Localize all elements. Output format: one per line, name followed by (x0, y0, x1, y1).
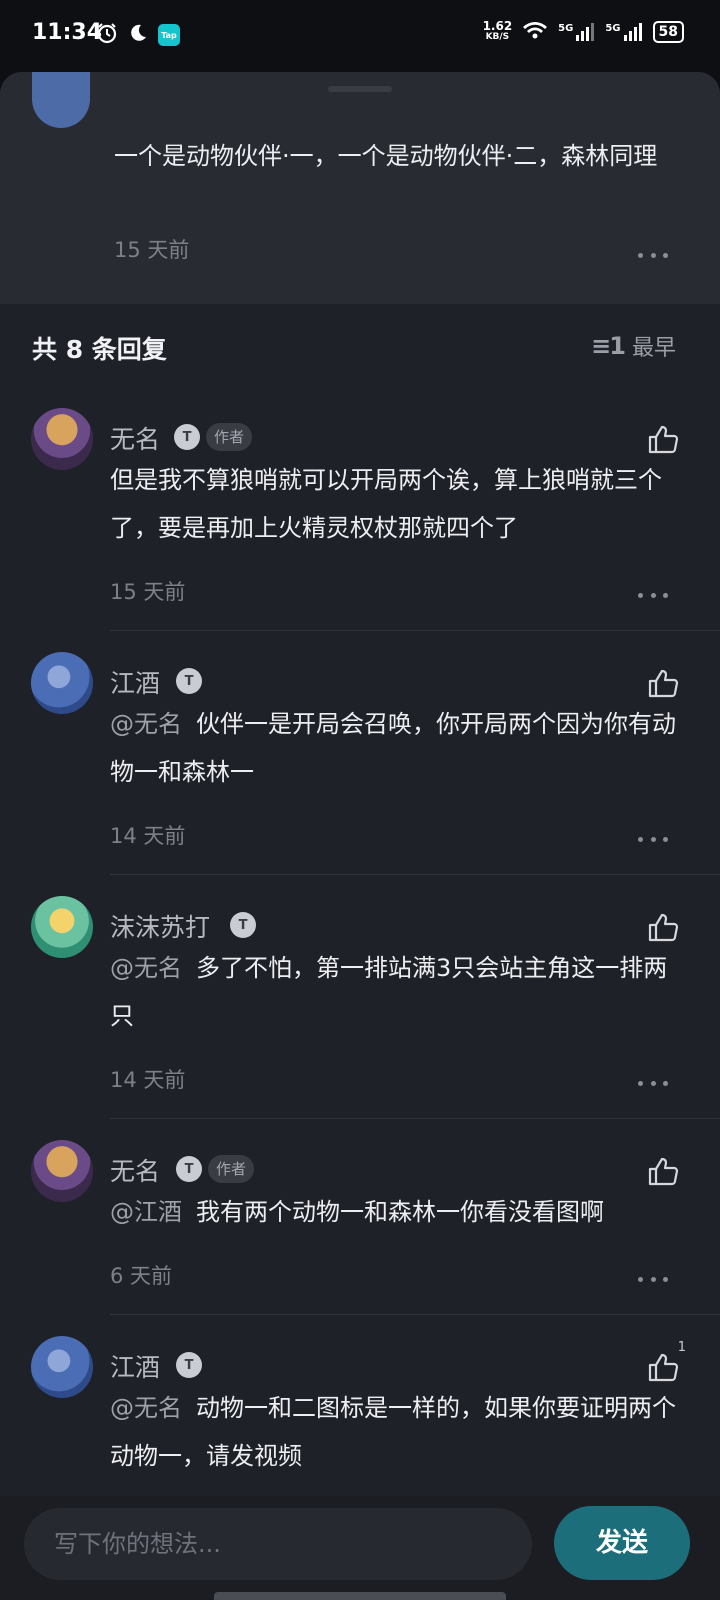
level-badge-icon: T (176, 668, 202, 694)
network-speed: 1.62 KB/S (482, 18, 513, 42)
reply-item: 江酒 T @无名 伙伴一是开局会召唤，你开局两个因为你有动物一和森林一 14 天前 (0, 652, 720, 875)
level-badge-icon: T (230, 912, 256, 938)
send-button[interactable]: 发送 (554, 1506, 690, 1580)
reply-text: @江酒 我有两个动物一和森林一你看没看图啊 (110, 1198, 604, 1226)
more-options-icon[interactable] (638, 1078, 668, 1088)
sheet-drag-handle[interactable] (328, 86, 392, 92)
taptap-app-icon: Tap (158, 24, 180, 46)
reply-text: 但是我不算狼哨就可以开局两个诶，算上狼哨就三个了，要是再加上火精灵权杖那就四个了 (110, 466, 662, 542)
level-badge-icon: T (176, 1156, 202, 1182)
like-button[interactable] (646, 666, 680, 700)
user-name[interactable]: 无名 (110, 1152, 160, 1188)
thumbs-up-icon (648, 1157, 679, 1186)
parent-comment: 一个是动物伙伴·一，一个是动物伙伴·二，森林同理 15 天前 (0, 72, 720, 304)
reply-item: 沫沫苏打 T @无名 多了不怕，第一排站满3只会站主角这一排两只 14 天前 (0, 896, 720, 1119)
mention[interactable]: @江酒 (110, 1198, 182, 1226)
do-not-disturb-moon-icon (128, 23, 148, 47)
avatar[interactable] (32, 72, 90, 128)
sort-label: 最早 (631, 336, 676, 361)
reply-time: 6 天前 (110, 1264, 173, 1288)
more-options-icon[interactable] (638, 834, 668, 844)
status-bar: 11:34 Tap 1.62 KB/S 5G 5G 58 (0, 0, 720, 72)
reply-time: 15 天前 (110, 580, 186, 604)
sort-button[interactable]: ≡1 最早 (591, 330, 676, 362)
level-badge-icon: T (174, 424, 200, 450)
replies-sheet: 一个是动物伙伴·一，一个是动物伙伴·二，森林同理 15 天前 共 8 条回复 ≡… (0, 72, 720, 1600)
divider (110, 1314, 720, 1315)
reply-item: 江酒 T 1 @无名 动物一和二图标是一样的，如果你要证明两个动物一，请发视频 (0, 1336, 720, 1506)
thumbs-up-icon (648, 1353, 679, 1382)
like-count: 1 (677, 1340, 686, 1355)
avatar[interactable] (31, 896, 93, 958)
avatar[interactable] (31, 408, 93, 470)
user-name[interactable]: 江酒 (110, 1348, 160, 1384)
parent-comment-text: 一个是动物伙伴·一，一个是动物伙伴·二，森林同理 (114, 142, 658, 170)
reply-text: @无名 多了不怕，第一排站满3只会站主角这一排两只 (110, 954, 668, 1030)
avatar[interactable] (31, 652, 93, 714)
reply-time: 14 天前 (110, 1068, 186, 1092)
reply-item: 无名 T 作者 但是我不算狼哨就可以开局两个诶，算上狼哨就三个了，要是再加上火精… (0, 408, 720, 631)
composer-bar: 写下你的想法... 发送 (0, 1496, 720, 1600)
alarm-icon (96, 22, 118, 48)
user-name[interactable]: 无名 (110, 420, 160, 456)
parent-comment-time: 15 天前 (114, 238, 190, 262)
comment-input[interactable]: 写下你的想法... (24, 1508, 532, 1580)
wifi-icon (522, 20, 548, 43)
replies-header: 共 8 条回复 ≡1 最早 (0, 304, 720, 390)
level-badge-icon: T (176, 1352, 202, 1378)
divider (110, 874, 720, 875)
sim2-signal-icon: 5G (605, 22, 642, 41)
reply-item: 无名 T 作者 @江酒 我有两个动物一和森林一你看没看图啊 6 天前 (0, 1140, 720, 1315)
avatar[interactable] (31, 1140, 93, 1202)
reply-text: @无名 伙伴一是开局会召唤，你开局两个因为你有动物一和森林一 (110, 710, 676, 786)
battery-icon: 58 (652, 20, 684, 43)
more-options-icon[interactable] (638, 590, 668, 600)
more-options-icon[interactable] (638, 1274, 668, 1284)
like-button[interactable] (646, 1350, 680, 1384)
home-indicator[interactable] (214, 1592, 506, 1600)
author-tag: 作者 (206, 423, 253, 451)
sort-order-icon: ≡1 (591, 332, 626, 360)
status-icons-left: Tap (96, 22, 180, 48)
thumbs-up-icon (648, 425, 679, 454)
sim1-signal-icon: 5G (558, 22, 595, 41)
reply-count: 共 8 条回复 (32, 335, 167, 364)
thumbs-up-icon (648, 913, 679, 942)
like-button[interactable] (646, 910, 680, 944)
like-button[interactable] (646, 422, 680, 456)
like-button[interactable] (646, 1154, 680, 1188)
status-time: 11:34 (32, 20, 103, 45)
mention[interactable]: @无名 (110, 954, 182, 982)
status-icons-right: 1.62 KB/S 5G 5G 58 (483, 20, 684, 43)
thumbs-up-icon (648, 669, 679, 698)
reply-text: @无名 动物一和二图标是一样的，如果你要证明两个动物一，请发视频 (110, 1394, 676, 1470)
divider (110, 630, 720, 631)
user-name[interactable]: 沫沫苏打 (110, 908, 210, 944)
user-name[interactable]: 江酒 (110, 664, 160, 700)
avatar[interactable] (31, 1336, 93, 1398)
author-tag: 作者 (208, 1155, 255, 1183)
mention[interactable]: @无名 (110, 710, 182, 738)
mention[interactable]: @无名 (110, 1394, 182, 1422)
reply-time: 14 天前 (110, 824, 186, 848)
divider (110, 1118, 720, 1119)
more-options-icon[interactable] (638, 250, 668, 260)
